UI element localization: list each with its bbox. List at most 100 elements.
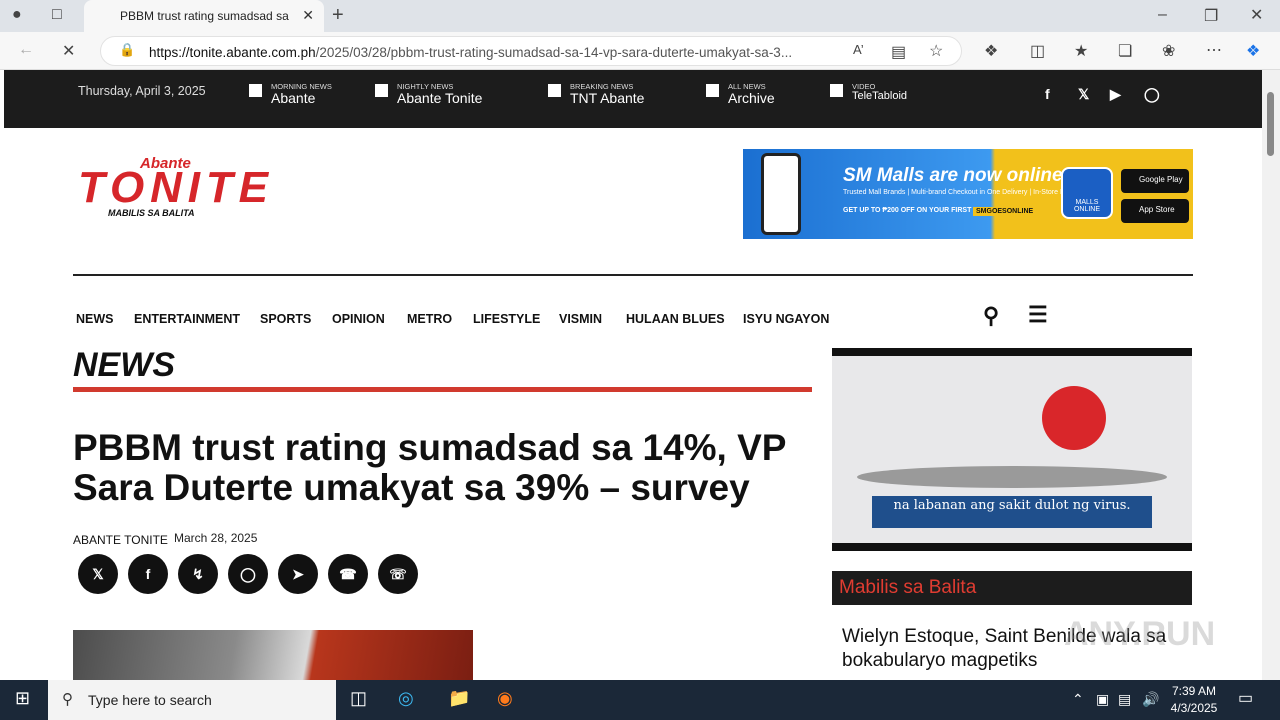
- toplink-label: TeleTabloid: [852, 90, 908, 102]
- lock-icon[interactable]: 🔒: [119, 42, 135, 58]
- start-icon[interactable]: ⊞: [15, 688, 30, 709]
- ad-headline: SM Malls are now online.: [843, 165, 1068, 186]
- nav-metro[interactable]: METRO: [407, 312, 452, 326]
- phone-illustration: [761, 153, 801, 235]
- nav-hulaan-blues[interactable]: HULAAN BLUES: [626, 312, 725, 326]
- task-view-icon[interactable]: ◫: [350, 688, 367, 709]
- share-telegram-icon[interactable]: ➤: [278, 554, 318, 594]
- youtube-icon[interactable]: ▶: [1110, 86, 1121, 103]
- stop-icon[interactable]: ✕: [62, 41, 75, 61]
- tab-title: PBBM trust rating sumadsad sa 14: [120, 9, 290, 23]
- tab-actions-icon[interactable]: □: [52, 6, 62, 24]
- page-scrollbar[interactable]: [1262, 70, 1280, 680]
- volume-icon[interactable]: 🔊: [1142, 691, 1159, 708]
- firefox-icon[interactable]: ◉: [497, 688, 513, 709]
- nav-isyu-ngayon[interactable]: ISYU NGAYON: [743, 312, 829, 326]
- taskbar-clock[interactable]: 7:39 AM 4/3/2025: [1166, 683, 1222, 717]
- watermark: ANY.RUN: [1064, 615, 1216, 653]
- nav-lifestyle[interactable]: LIFESTYLE: [473, 312, 540, 326]
- nav-entertainment[interactable]: ENTERTAINMENT: [134, 312, 240, 326]
- article-author[interactable]: ABANTE TONITE: [73, 533, 168, 547]
- toplink-label: TNT Abante: [570, 90, 645, 106]
- performance-icon[interactable]: ❀: [1162, 41, 1175, 61]
- ad-caption: na labanan ang sakit dulot ng virus.: [872, 496, 1152, 528]
- web-page: Thursday, April 3, 2025 MORNING NEWS Aba…: [4, 70, 1262, 680]
- instagram-icon[interactable]: ◯: [1144, 86, 1160, 103]
- nav-opinion[interactable]: OPINION: [332, 312, 385, 326]
- more-options-icon[interactable]: ⋯: [1206, 40, 1222, 60]
- nav-sports[interactable]: SPORTS: [260, 312, 311, 326]
- toplink-icon: [706, 84, 719, 97]
- restore-icon[interactable]: ❐: [1204, 6, 1218, 26]
- section-title: NEWS: [73, 346, 175, 384]
- close-window-icon[interactable]: ✕: [1250, 5, 1263, 25]
- favorites-icon[interactable]: ★: [1074, 41, 1088, 61]
- url-bar[interactable]: 🔒 https://tonite.abante.com.ph/2025/03/2…: [100, 36, 962, 66]
- back-icon[interactable]: ←: [18, 41, 34, 59]
- clock-date: 4/3/2025: [1170, 701, 1218, 715]
- edge-icon[interactable]: ◎: [398, 688, 414, 709]
- new-tab-icon[interactable]: +: [332, 4, 344, 27]
- ad-platform: [857, 466, 1167, 488]
- toplink-label: Abante Tonite: [397, 90, 483, 106]
- nav-news[interactable]: NEWS: [76, 312, 114, 326]
- logo-tagline: MABILIS SA BALITA: [108, 208, 195, 218]
- toplink-icon: [830, 84, 843, 97]
- active-tab[interactable]: PBBM trust rating sumadsad sa 14 ✕: [84, 0, 324, 32]
- search-icon[interactable]: ⚲: [983, 303, 999, 329]
- menu-icon[interactable]: ☰: [1028, 302, 1048, 328]
- ad-code: SMGOESONLINE: [973, 207, 1037, 216]
- notifications-icon[interactable]: ▭: [1238, 688, 1253, 708]
- share-viber-icon[interactable]: ☎: [328, 554, 368, 594]
- taskbar-search[interactable]: ⚲ Type here to search: [48, 680, 336, 720]
- google-play-badge[interactable]: Google Play: [1121, 169, 1189, 193]
- network-icon[interactable]: ▤: [1118, 691, 1131, 708]
- file-explorer-icon[interactable]: 📁: [448, 688, 470, 709]
- x-icon[interactable]: 𝕏: [1078, 86, 1089, 103]
- article-title: PBBM trust rating sumadsad sa 14%, VP Sa…: [73, 427, 786, 508]
- app-store-badge[interactable]: App Store: [1121, 199, 1189, 223]
- ad-subtext: Trusted Mall Brands | Multi-brand Checko…: [843, 189, 1085, 196]
- toplink-icon: [375, 84, 388, 97]
- extensions-icon[interactable]: ❖: [984, 41, 998, 61]
- article-date: March 28, 2025: [174, 531, 258, 545]
- read-aloud-icon[interactable]: A’: [853, 42, 864, 57]
- device-icon[interactable]: ▣: [1096, 691, 1109, 708]
- share-x-icon[interactable]: 𝕏: [78, 554, 118, 594]
- site-logo[interactable]: Abante TONITE MABILIS SA BALITA: [78, 154, 273, 218]
- url-text: https://tonite.abante.com.ph/2025/03/28/…: [149, 45, 793, 60]
- logo-main-text: TONITE: [78, 163, 270, 212]
- share-instagram-icon[interactable]: ◯: [228, 554, 268, 594]
- sm-malls-badge: MALLS ONLINE: [1061, 167, 1113, 219]
- search-icon: ⚲: [62, 691, 73, 708]
- share-messenger-icon[interactable]: ↯: [178, 554, 218, 594]
- header-divider: [73, 274, 1193, 276]
- minimize-icon[interactable]: –: [1158, 6, 1167, 24]
- profile-icon[interactable]: ●: [12, 6, 22, 24]
- current-date: Thursday, April 3, 2025: [78, 84, 206, 98]
- close-tab-icon[interactable]: ✕: [302, 7, 314, 24]
- address-toolbar: ← ✕ 🔒 https://tonite.abante.com.ph/2025/…: [0, 32, 1280, 70]
- toplink-label: Abante: [271, 90, 316, 106]
- facebook-icon[interactable]: f: [1045, 86, 1050, 102]
- header-advertisement[interactable]: SM Malls are now online. Trusted Mall Br…: [743, 149, 1193, 239]
- search-placeholder: Type here to search: [88, 692, 212, 708]
- chevron-up-icon[interactable]: ⌃: [1072, 691, 1084, 708]
- toplink-icon: [249, 84, 262, 97]
- favorite-star-icon[interactable]: ☆: [929, 41, 943, 61]
- clock-time: 7:39 AM: [1171, 684, 1217, 698]
- nav-vismin[interactable]: VISMIN: [559, 312, 602, 326]
- sidebar-advertisement[interactable]: na labanan ang sakit dulot ng virus.: [832, 348, 1192, 551]
- windows-taskbar: ⊞ ⚲ Type here to search ◫ ◎ 📁 ◉ ⌃ ▣ ▤ 🔊 …: [0, 680, 1280, 720]
- immersive-reader-icon[interactable]: ▤: [891, 42, 906, 62]
- copilot-icon[interactable]: ❖: [1246, 41, 1260, 61]
- share-facebook-icon[interactable]: f: [128, 554, 168, 594]
- widget-title: Mabilis sa Balita: [839, 577, 977, 598]
- virus-illustration: [1042, 386, 1106, 450]
- share-whatsapp-icon[interactable]: ☏: [378, 554, 418, 594]
- collections-icon[interactable]: ❏: [1118, 41, 1132, 61]
- scrollbar-thumb[interactable]: [1267, 92, 1274, 156]
- section-underline: [73, 387, 812, 392]
- split-screen-icon[interactable]: ◫: [1030, 41, 1045, 61]
- browser-titlebar: ● □ PBBM trust rating sumadsad sa 14 ✕ +…: [0, 0, 1280, 32]
